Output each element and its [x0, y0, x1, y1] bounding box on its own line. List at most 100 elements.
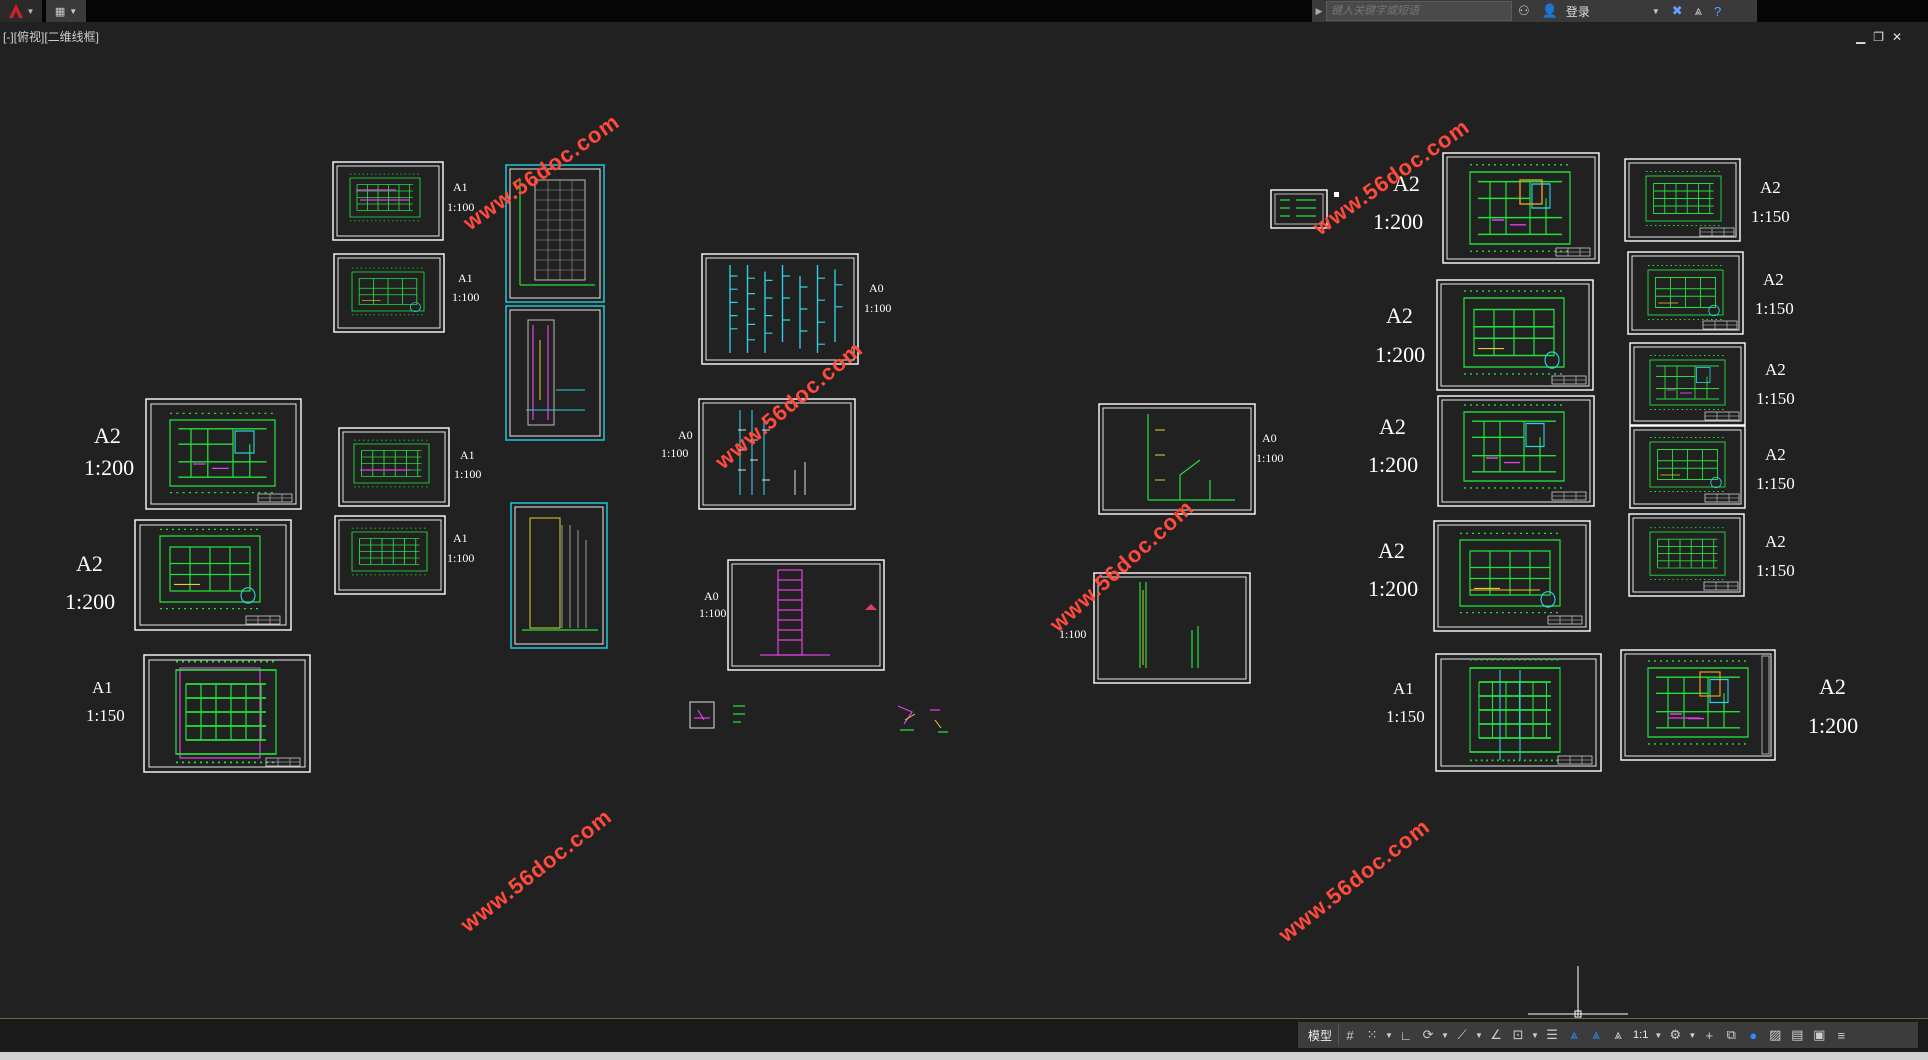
autodesk-a360-icon[interactable]: ⩓ — [1689, 3, 1708, 19]
sheet-left-2[interactable] — [134, 519, 292, 631]
label-rm-3-scale: 1:200 — [1368, 452, 1418, 477]
clean-screen-icon[interactable]: ▣ — [1808, 1024, 1830, 1046]
sheet-far-1[interactable] — [1624, 158, 1741, 242]
chevron-down-icon[interactable]: ▼ — [1652, 1024, 1664, 1046]
units-icon[interactable]: ⧉ — [1720, 1024, 1742, 1046]
help-icon[interactable]: ? — [1708, 4, 1727, 19]
crosshair-cursor — [1528, 966, 1628, 1018]
chevron-down-icon[interactable]: ▼ — [1439, 1024, 1451, 1046]
quick-properties-icon[interactable]: ▤ — [1786, 1024, 1808, 1046]
login-link[interactable]: 登录 — [1566, 3, 1646, 20]
sheet-right-2[interactable] — [1436, 279, 1594, 391]
autocad-logo-icon — [8, 4, 23, 18]
center-sheet-system[interactable] — [727, 559, 885, 671]
center-sheet-riser-1[interactable] — [701, 253, 859, 365]
chevron-down-icon[interactable]: ▼ — [1383, 1024, 1395, 1046]
model-space-canvas[interactable]: A2 1:200 A2 1:200 A1 1:150 A1 1:100 A1 1… — [0, 22, 1928, 1018]
label-ls-1-size: A1 — [453, 180, 468, 194]
label-ls-4-size: A1 — [453, 531, 468, 545]
sheet-right-1[interactable] — [1442, 152, 1600, 264]
ortho-icon[interactable]: ∟ — [1395, 1024, 1417, 1046]
sheet-left-small-3[interactable] — [338, 427, 450, 507]
quick-access-toolbar[interactable]: ▦ ▼ — [46, 0, 86, 22]
label-left-1-size: A2 — [94, 423, 121, 448]
label-left-3-size: A1 — [92, 678, 113, 697]
center-right-sheet-2[interactable] — [1093, 572, 1251, 684]
label-c-1-scale: 1:100 — [864, 301, 891, 315]
chevron-down-icon: ▼ — [26, 6, 35, 16]
sheet-right-4[interactable] — [1433, 520, 1591, 632]
sheet-far-2[interactable] — [1627, 251, 1744, 335]
search-input[interactable] — [1326, 1, 1512, 21]
snap-icon[interactable]: ⁙ — [1361, 1024, 1383, 1046]
status-tools: 模型 # ⁙ ▼ ∟ ⟳ ▼ ⟋ ▼ ∠ ⊡ ▼ ☰ ⩓ ⩓ ⩓ 1:1 ▼ ⚙… — [1298, 1022, 1918, 1048]
label-rm-2-size: A2 — [1386, 303, 1413, 328]
auto-scale-icon[interactable]: ⩓ — [1585, 1024, 1607, 1046]
label-rf-3-size: A2 — [1765, 360, 1786, 379]
user-icon[interactable]: 👤 — [1536, 3, 1564, 19]
elevation-sheet-2[interactable] — [505, 305, 605, 441]
label-rm-4-scale: 1:200 — [1368, 576, 1418, 601]
sheet-far-5[interactable] — [1628, 513, 1745, 597]
label-ls-2-size: A1 — [458, 271, 473, 285]
chevron-down-icon: ▼ — [69, 6, 78, 16]
label-rf-1-scale: 1:150 — [1751, 207, 1790, 226]
label-rm-2-scale: 1:200 — [1375, 342, 1425, 367]
annotation-scale-icon[interactable]: ⩓ — [1607, 1024, 1629, 1046]
lineweight-icon[interactable]: ☰ — [1541, 1024, 1563, 1046]
sheet-left-small-2[interactable] — [333, 253, 445, 333]
detail-small-1[interactable] — [689, 701, 948, 733]
label-c-2-scale: 1:100 — [661, 446, 688, 460]
annotation-scale-value[interactable]: 1:1 — [1629, 1029, 1652, 1041]
center-right-sheet-1[interactable] — [1098, 403, 1256, 515]
label-c-2-size: A0 — [678, 428, 693, 442]
infocenter-bar: ▶ ⚇ 👤 登录 ▼ ✖ ⩓ ? — [1312, 0, 1757, 22]
object-snap-icon[interactable]: ⊡ — [1507, 1024, 1529, 1046]
isodraft-icon[interactable]: ⟋ — [1451, 1024, 1473, 1046]
label-rf-4-size: A2 — [1765, 445, 1786, 464]
object-snap-tracking-icon[interactable]: ∠ — [1485, 1024, 1507, 1046]
chevron-down-icon[interactable]: ▼ — [1686, 1024, 1698, 1046]
sheet-left-small-1[interactable] — [332, 161, 444, 241]
label-rf-6-scale: 1:200 — [1808, 713, 1858, 738]
sheet-right-3[interactable] — [1437, 395, 1595, 507]
watermark: www.56doc.com — [455, 804, 617, 938]
customization-menu-icon[interactable]: ≡ — [1830, 1024, 1852, 1046]
label-rf-2-scale: 1:150 — [1755, 299, 1794, 318]
sheet-far-6[interactable] — [1620, 649, 1776, 761]
status-divider — [0, 1018, 1928, 1019]
taskbar-strip — [0, 1052, 1928, 1060]
label-ls-3-size: A1 — [460, 448, 475, 462]
grid-icon[interactable]: # — [1339, 1024, 1361, 1046]
sheet-left-3[interactable] — [143, 654, 311, 773]
model-tab[interactable]: 模型 — [1302, 1024, 1340, 1046]
chevron-down-icon[interactable]: ▼ — [1473, 1024, 1485, 1046]
plus-icon[interactable]: + — [1698, 1024, 1720, 1046]
isolate-objects-icon[interactable]: ● — [1742, 1024, 1764, 1046]
exchange-apps-icon[interactable]: ✖ — [1666, 3, 1689, 19]
chevron-down-icon[interactable]: ▼ — [1646, 7, 1666, 16]
label-rf-1-size: A2 — [1760, 178, 1781, 197]
label-left-2-size: A2 — [76, 551, 103, 576]
label-rm-1-scale: 1:200 — [1373, 209, 1423, 234]
elevation-sheet-3[interactable] — [510, 502, 608, 649]
sheet-left-small-4[interactable] — [334, 515, 446, 595]
workspace-switch-icon[interactable]: ⚙ — [1664, 1024, 1686, 1046]
label-ls-4-scale: 1:100 — [447, 551, 474, 565]
application-menu-button[interactable]: ▼ — [0, 0, 42, 22]
polar-icon[interactable]: ⟳ — [1417, 1024, 1439, 1046]
label-rm-4-size: A2 — [1378, 538, 1405, 563]
chevron-down-icon[interactable]: ▼ — [1529, 1024, 1541, 1046]
binoculars-icon[interactable]: ⚇ — [1512, 3, 1536, 19]
expand-search-icon[interactable]: ▶ — [1312, 0, 1326, 22]
annotation-visibility-icon[interactable]: ⩓ — [1563, 1024, 1585, 1046]
sheet-left-1[interactable] — [145, 398, 302, 510]
label-cr-1-size: A0 — [1262, 431, 1277, 445]
label-rm-5-size: A1 — [1393, 679, 1414, 698]
sheet-far-4[interactable] — [1629, 425, 1746, 509]
label-ls-2-scale: 1:100 — [452, 290, 479, 304]
graphics-performance-icon[interactable]: ▨ — [1764, 1024, 1786, 1046]
sheet-far-3[interactable] — [1629, 342, 1746, 426]
sheet-right-5[interactable] — [1435, 653, 1602, 772]
watermark: www.56doc.com — [1273, 814, 1435, 948]
